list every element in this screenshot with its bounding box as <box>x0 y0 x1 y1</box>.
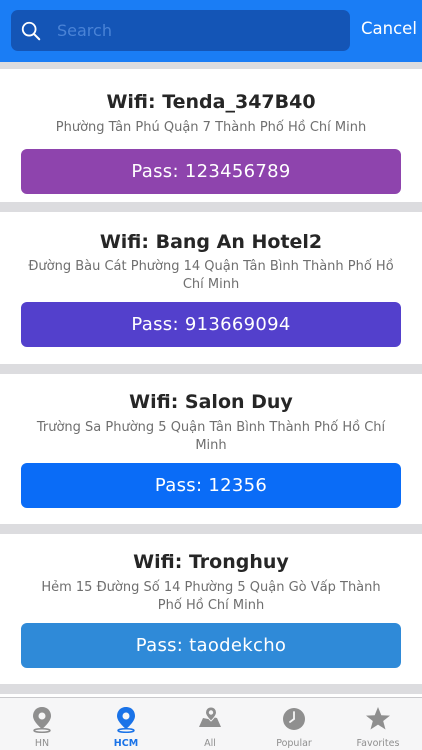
tab-hcm[interactable]: HCM <box>84 698 168 750</box>
map-pin-icon <box>117 707 135 733</box>
map-pin-icon <box>33 707 51 733</box>
map-icon <box>199 706 221 727</box>
wifi-address: Phường Tân Phú Quận 7 Thành Phố Hồ Chí M… <box>55 120 367 135</box>
wifi-title: Wifi: Salon Duy <box>129 391 293 413</box>
tab-bar: HN HCM All Popular Favorites <box>0 697 422 750</box>
wifi-card: Wifi: Bang An Hotel2 Đường Bàu Cát Phườn… <box>0 212 422 364</box>
wifi-card: Wifi: Tronghuy Hẻm 15 Đường Số 14 Phường… <box>0 534 422 684</box>
password-label: Pass: 913669094 <box>131 314 291 335</box>
wifi-title: Wifi: Tenda_347B40 <box>106 91 316 113</box>
wifi-title: Wifi: Bang An Hotel2 <box>99 231 323 253</box>
wifi-title: Wifi: Tronghuy <box>133 551 289 573</box>
tab-label: Popular <box>276 738 312 749</box>
tab-favorites[interactable]: Favorites <box>336 698 420 750</box>
wifi-card: Wifi: Salon Duy Trường Sa Phường 5 Quận … <box>0 374 422 524</box>
tab-label: All <box>204 738 216 749</box>
search-box[interactable] <box>11 10 350 51</box>
wifi-address: Đường Bàu Cát Phường 14 Quận Tân Bình Th… <box>28 259 394 292</box>
wifi-card: Wifi: Tenda_347B40 Phường Tân Phú Quận 7… <box>0 69 422 202</box>
cancel-button[interactable]: Cancel <box>361 19 417 38</box>
wifi-address: Hẻm 15 Đường Số 14 Phường 5 Quận Gò Vấp … <box>41 580 381 613</box>
password-button[interactable]: Pass: 913669094 <box>21 302 401 347</box>
password-label: Pass: 12356 <box>154 475 268 496</box>
clock-icon <box>283 708 305 730</box>
password-button[interactable]: Pass: 12356 <box>21 463 401 508</box>
password-button[interactable]: Pass: 123456789 <box>21 149 401 194</box>
tab-all[interactable]: All <box>168 698 252 750</box>
tab-popular[interactable]: Popular <box>252 698 336 750</box>
password-button[interactable]: Pass: taodekcho <box>21 623 401 668</box>
tab-label: Favorites <box>356 738 400 749</box>
tab-label: HCM <box>113 738 139 749</box>
tab-hn[interactable]: HN <box>0 698 84 750</box>
star-icon <box>366 707 390 730</box>
password-label: Pass: 123456789 <box>131 161 291 182</box>
search-icon <box>21 21 41 40</box>
header-bar: Cancel <box>0 0 422 62</box>
wifi-address: Trường Sa Phường 5 Quận Tân Bình Thành P… <box>36 420 386 453</box>
search-input[interactable] <box>57 15 337 46</box>
password-label: Pass: taodekcho <box>135 635 287 656</box>
tab-label: HN <box>34 738 50 749</box>
